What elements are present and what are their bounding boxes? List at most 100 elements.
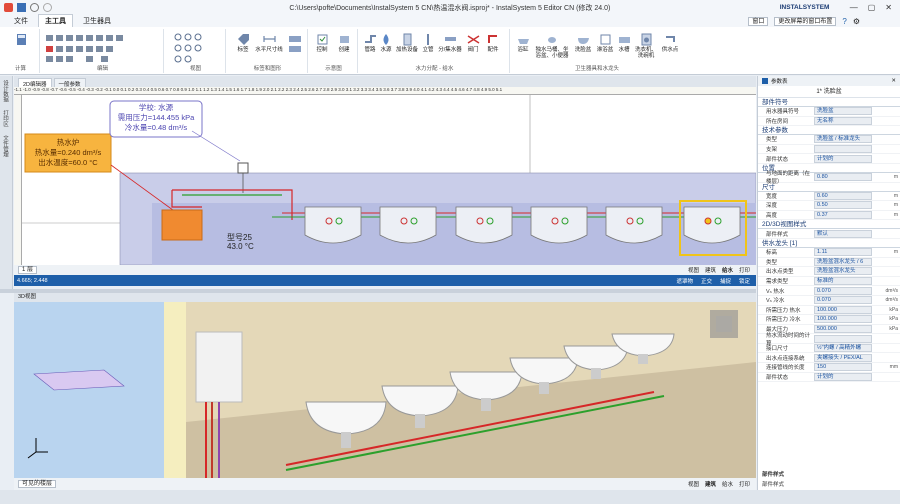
property-value-field[interactable]: 100.000: [814, 305, 872, 314]
heater-button[interactable]: 加热设备: [395, 33, 419, 53]
tab-3d-view[interactable]: 3D视图: [14, 293, 756, 302]
shower-button[interactable]: 淋浴盆: [595, 33, 615, 53]
undo-icon[interactable]: [30, 3, 39, 12]
property-value-field[interactable]: [814, 145, 872, 154]
property-value-field[interactable]: 150: [814, 363, 872, 372]
label-button[interactable]: 标签: [232, 33, 254, 53]
property-value[interactable]: 0.070: [814, 296, 878, 305]
help-icon[interactable]: ?: [842, 17, 846, 26]
property-value[interactable]: 0.50: [814, 201, 878, 210]
view-3d-canvas[interactable]: [14, 302, 756, 478]
tab-2d-editor[interactable]: 2D编辑器: [18, 78, 52, 88]
redo-icon[interactable]: [43, 3, 52, 12]
valve-button[interactable]: 阀门: [464, 33, 482, 53]
section-header[interactable]: 供水龙头 [1]: [758, 239, 900, 248]
property-value-field[interactable]: [814, 334, 872, 343]
property-value[interactable]: 标准的: [814, 277, 878, 286]
property-value-field[interactable]: 0.070: [814, 286, 872, 295]
property-value-field[interactable]: 默认: [814, 229, 872, 238]
view3d-tab-water[interactable]: 给水: [722, 480, 733, 488]
property-value-field[interactable]: 洗脸盆: [814, 107, 872, 116]
property-value-field[interactable]: 无名称: [814, 116, 872, 125]
bathtub-button[interactable]: 浴缸: [514, 33, 532, 53]
heater-3d[interactable]: [195, 331, 243, 403]
view3d-tab-print[interactable]: 打印: [739, 480, 750, 488]
property-value-field[interactable]: 洗脸盆 / 标准龙头: [814, 135, 872, 144]
side-tab-design-data[interactable]: 设计数据: [0, 76, 10, 106]
tab-general-params[interactable]: 一般参数: [53, 78, 86, 88]
property-value[interactable]: 1.11: [814, 248, 878, 257]
calculate-button[interactable]: [6, 33, 36, 47]
section-header[interactable]: 技术参数: [758, 126, 900, 136]
toilet-button[interactable]: 独水马桶、坐浴盆、小便器: [534, 33, 570, 59]
window-dropdown[interactable]: 窗口: [748, 17, 769, 26]
property-row[interactable]: 所需压力 冷水 100.000 kPa: [758, 315, 900, 325]
editor-2d-canvas[interactable]: 型号25 43.0 °C 学校: 水源 需用压力=144.455 kPa 冷水量…: [22, 95, 756, 265]
property-row[interactable]: 深度 0.50 m: [758, 201, 900, 211]
property-value[interactable]: [814, 334, 878, 343]
view-cube[interactable]: [710, 310, 738, 338]
property-value[interactable]: 100.000: [814, 305, 878, 314]
create-button[interactable]: 创建: [334, 33, 354, 53]
section-header[interactable]: 部件符号: [758, 98, 900, 107]
property-value-field[interactable]: 1.11: [814, 248, 872, 257]
fitting-button[interactable]: 配件: [484, 33, 502, 53]
property-row[interactable]: 连接管线的长度 150 mm: [758, 363, 900, 373]
washing-machine-button[interactable]: 洗衣机、洗碗机: [633, 33, 659, 59]
property-row[interactable]: 类型 洗脸盆混水龙头 / 6: [758, 257, 900, 268]
washbasin-2d-1[interactable]: [304, 206, 362, 244]
property-row[interactable]: 出水点连接系统 夹螺接头 / PEX/AL: [758, 353, 900, 364]
riser-button[interactable]: 立管: [420, 33, 436, 53]
property-value[interactable]: 洗脸盆混水龙头 / 6: [814, 257, 878, 266]
property-value-field[interactable]: 洗脸盆混水龙头: [814, 267, 872, 276]
zoom-tools-icon[interactable]: [174, 33, 224, 63]
text-tools-icon[interactable]: [288, 35, 304, 59]
property-row[interactable]: 部件状态 计划的: [758, 154, 900, 164]
visible-floors-select[interactable]: 可见的楼层: [18, 480, 57, 488]
property-value-field[interactable]: 0.070: [814, 296, 872, 305]
property-value[interactable]: 100.000: [814, 315, 878, 324]
tab-file[interactable]: 文件: [8, 15, 34, 27]
property-row[interactable]: 出水点类型 洗脸盆混水龙头: [758, 267, 900, 277]
property-row[interactable]: 宽度 0.60 m: [758, 191, 900, 202]
property-row[interactable]: 热水流动时间的计算: [758, 333, 900, 347]
washbasin-2d-5[interactable]: [605, 206, 663, 244]
property-value[interactable]: ½"内螺 / 高精外螺: [814, 344, 878, 353]
property-row[interactable]: 高度 0.37 m: [758, 211, 900, 221]
property-value[interactable]: 500.000: [814, 324, 878, 333]
toggle-ortho[interactable]: 正交: [701, 277, 712, 285]
property-row[interactable]: Vₙ 热水 0.070 dm³/s: [758, 286, 900, 296]
property-value[interactable]: 洗脸盆: [814, 107, 878, 116]
property-value[interactable]: 计划的: [814, 154, 878, 163]
property-row[interactable]: 与地面的距离（在楼层） 0.80 m: [758, 171, 900, 185]
tab-sanitary[interactable]: 卫生器具: [77, 15, 117, 27]
property-value[interactable]: 150: [814, 363, 878, 372]
view3d-tab-building[interactable]: 建筑: [705, 480, 716, 488]
property-row[interactable]: 所需压力 热水 100.000 kPa: [758, 305, 900, 316]
maximize-icon[interactable]: ▢: [868, 3, 876, 12]
manifold-button[interactable]: 分/集水器: [437, 33, 463, 53]
floor-select[interactable]: 1 层: [18, 266, 38, 274]
close-icon[interactable]: ✕: [885, 3, 892, 12]
water-point-button[interactable]: 供水点: [660, 33, 680, 53]
pipe-button[interactable]: 管路: [362, 33, 378, 53]
toggle-lock[interactable]: 锁定: [739, 277, 750, 285]
property-value-field[interactable]: 洗脸盆混水龙头 / 6: [814, 257, 872, 266]
view-tab-view[interactable]: 视图: [688, 266, 699, 274]
property-row[interactable]: 支架: [758, 145, 900, 155]
property-value-field[interactable]: 500.000: [814, 324, 872, 333]
minimize-icon[interactable]: —: [850, 3, 858, 12]
property-value-field[interactable]: 夹螺接头 / PEX/AL: [814, 353, 872, 362]
property-value[interactable]: 0.80: [814, 173, 878, 182]
property-value[interactable]: 0.37: [814, 211, 878, 220]
view-tab-print[interactable]: 打印: [739, 266, 750, 274]
property-value-field[interactable]: 0.80: [814, 173, 872, 182]
source-button[interactable]: 水源: [378, 33, 394, 53]
washbasin-button[interactable]: 洗脸盆: [572, 33, 594, 53]
property-value[interactable]: 0.60: [814, 191, 878, 200]
property-row[interactable]: 标高 1.11 m: [758, 248, 900, 258]
property-value[interactable]: [814, 145, 878, 154]
section-header[interactable]: 2D/3D视图样式: [758, 220, 900, 230]
layout-dropdown[interactable]: 更改屏幕的窗口布置: [774, 17, 837, 26]
property-row[interactable]: Vₙ 冷水 0.070 dm³/s: [758, 296, 900, 306]
